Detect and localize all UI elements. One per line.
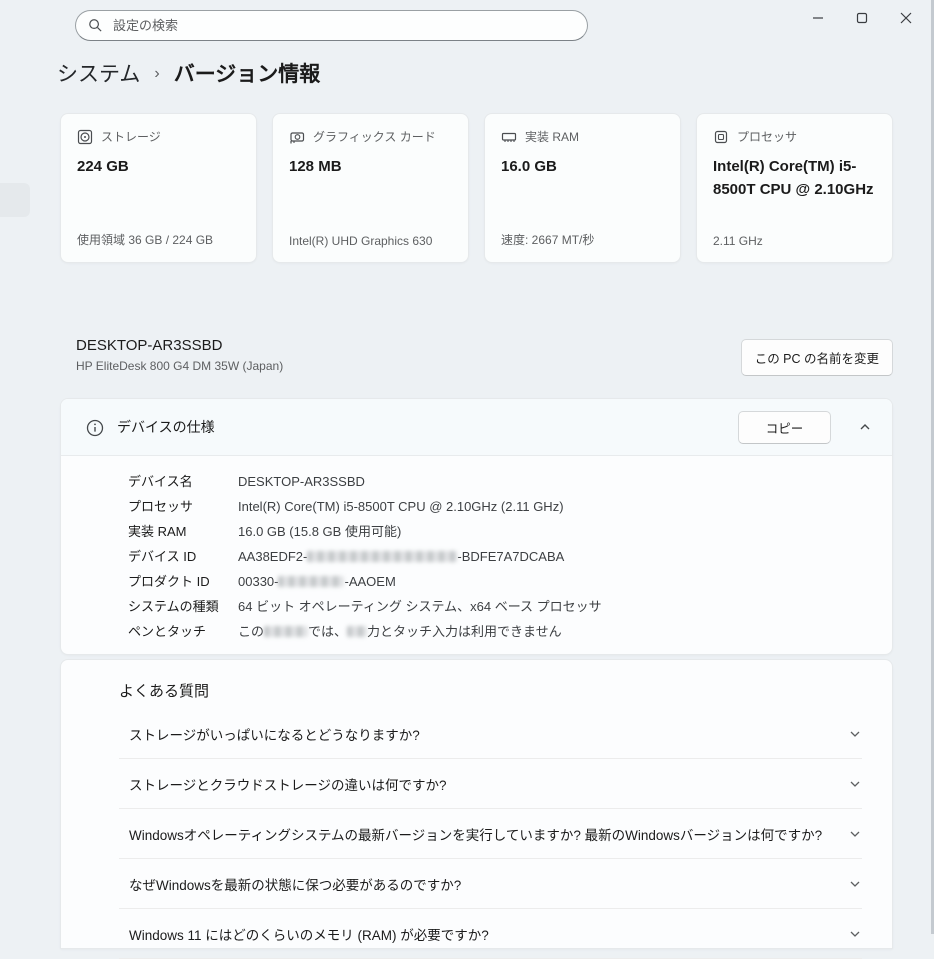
card-value: 128 MB [289,156,452,179]
graphics-card: グラフィックス カード 128 MB Intel(R) UHD Graphics… [272,113,469,263]
spec-value: 64 ビット オペレーティング システム、x64 ベース プロセッサ [238,594,602,619]
cpu-icon [713,129,729,145]
left-nav-notch [0,183,30,217]
chevron-up-icon[interactable] [858,420,872,434]
summary-cards: ストレージ 224 GB 使用領域 36 GB / 224 GB グラフィックス… [60,113,893,263]
card-footer: 使用領域 36 GB / 224 GB [77,231,213,248]
spec-row: プロセッサ Intel(R) Core(TM) i5-8500T CPU @ 2… [128,494,872,519]
faq-section: よくある質問 ストレージがいっぱいになるとどうなりますか? ストレージとクラウド… [60,659,893,949]
specs-title: デバイスの仕様 [117,417,723,437]
ram-card: 実装 RAM 16.0 GB 速度: 2667 MT/秒 [484,113,681,263]
redacted-blur [278,576,344,587]
redacted-blur [264,626,308,637]
spec-label: デバイス ID [128,544,238,569]
spec-row: システムの種類 64 ビット オペレーティング システム、x64 ベース プロセ… [128,594,872,619]
rename-pc-button[interactable]: この PC の名前を変更 [741,339,893,376]
breadcrumb-separator: › [154,63,159,83]
specs-expander-header[interactable]: デバイスの仕様 コピー [61,399,892,456]
maximize-button[interactable] [840,0,884,36]
faq-question: なぜWindowsを最新の状態に保つ必要があるのですか? [129,874,461,894]
storage-icon [77,129,93,145]
spec-row: プロダクト ID 00330--AAOEM [128,569,872,594]
faq-item[interactable]: Windowsオペレーティングシステムの最新バージョンを実行していますか? 最新… [119,809,862,859]
spec-value: DESKTOP-AR3SSBD [238,469,365,494]
faq-item[interactable]: なぜWindowsを最新の状態に保つ必要があるのですか? [119,859,862,909]
device-specs-card: デバイスの仕様 コピー デバイス名 DESKTOP-AR3SSBD プロセッサ … [60,398,893,655]
faq-question: ストレージがいっぱいになるとどうなりますか? [129,724,420,744]
chevron-down-icon [848,877,862,891]
card-label: ストレージ [101,128,161,145]
card-value: Intel(R) Core(TM) i5-8500T CPU @ 2.10GHz [713,156,876,201]
ram-icon [501,129,517,145]
spec-value-device-id: AA38EDF2--BDFE7A7DCABA [238,544,564,569]
spec-label: デバイス名 [128,469,238,494]
window-controls [796,0,928,36]
device-name-block: DESKTOP-AR3SSBD HP EliteDesk 800 G4 DM 3… [76,337,893,373]
info-icon [86,419,102,435]
spec-value: Intel(R) Core(TM) i5-8500T CPU @ 2.10GHz… [238,494,564,519]
page-title: バージョン情報 [174,58,321,88]
chevron-down-icon [848,827,862,841]
search-box[interactable] [75,10,588,41]
spec-label: プロダクト ID [128,569,238,594]
card-label: 実装 RAM [525,128,579,145]
card-footer: Intel(R) UHD Graphics 630 [289,234,432,248]
card-label: プロセッサ [737,128,797,145]
card-value: 224 GB [77,156,240,179]
spec-row: ペンとタッチ このでは、力とタッチ入力は利用できません [128,619,872,644]
chevron-down-icon [848,727,862,741]
faq-item[interactable]: ストレージとクラウドストレージの違いは何ですか? [119,759,862,809]
search-input[interactable] [113,18,575,33]
card-label: グラフィックス カード [313,128,436,145]
search-icon [88,18,104,34]
processor-card: プロセッサ Intel(R) Core(TM) i5-8500T CPU @ 2… [696,113,893,263]
spec-label: 実装 RAM [128,519,238,544]
card-value: 16.0 GB [501,156,664,179]
redacted-blur [307,551,457,562]
minimize-button[interactable] [796,0,840,36]
faq-question: ストレージとクラウドストレージの違いは何ですか? [129,774,446,794]
storage-card: ストレージ 224 GB 使用領域 36 GB / 224 GB [60,113,257,263]
spec-value-product-id: 00330--AAOEM [238,569,396,594]
spec-label: ペンとタッチ [128,619,238,644]
spec-label: システムの種類 [128,594,238,619]
chevron-down-icon [848,777,862,791]
spec-row: デバイス名 DESKTOP-AR3SSBD [128,469,872,494]
card-footer: 速度: 2667 MT/秒 [501,231,594,248]
breadcrumb-system[interactable]: システム [57,58,140,88]
gpu-icon [289,129,305,145]
spec-row: 実装 RAM 16.0 GB (15.8 GB 使用可能) [128,519,872,544]
faq-title: よくある質問 [119,680,862,701]
specs-body: デバイス名 DESKTOP-AR3SSBD プロセッサ Intel(R) Cor… [61,456,892,644]
spec-label: プロセッサ [128,494,238,519]
copy-button[interactable]: コピー [738,411,831,444]
faq-question: Windowsオペレーティングシステムの最新バージョンを実行していますか? 最新… [129,824,822,844]
breadcrumb: システム › バージョン情報 [57,58,320,88]
card-footer: 2.11 GHz [713,234,763,248]
spec-value: 16.0 GB (15.8 GB 使用可能) [238,519,401,544]
spec-value-pen-touch: このでは、力とタッチ入力は利用できません [238,619,562,644]
faq-item[interactable]: Windows 11 にはどのくらいのメモリ (RAM) が必要ですか? [119,909,862,959]
close-button[interactable] [884,0,928,36]
faq-item[interactable]: ストレージがいっぱいになるとどうなりますか? [119,709,862,759]
spec-row: デバイス ID AA38EDF2--BDFE7A7DCABA [128,544,872,569]
redacted-blur [347,626,367,637]
